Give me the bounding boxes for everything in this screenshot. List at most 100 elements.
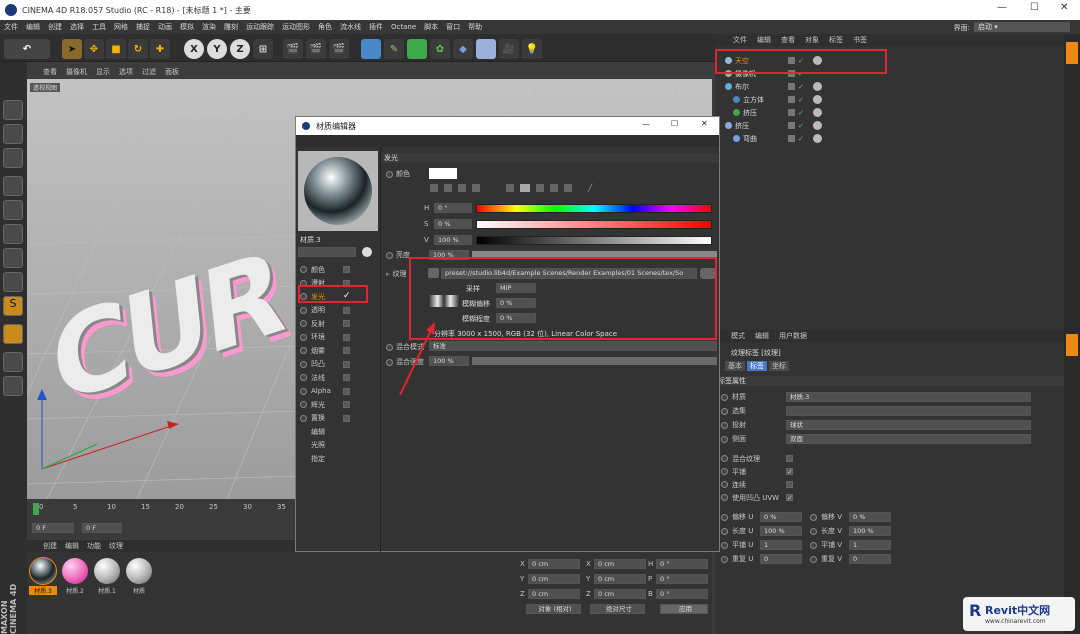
channel-checkbox[interactable] bbox=[343, 374, 350, 382]
menu-item[interactable]: 运动图形 bbox=[282, 22, 310, 32]
object-row[interactable]: 挤压 ✓ bbox=[715, 119, 1067, 132]
hsv-slider[interactable] bbox=[476, 220, 712, 229]
material-menu-item[interactable]: 编辑 bbox=[65, 541, 79, 551]
attr-field[interactable]: 双面 bbox=[786, 434, 1031, 444]
coord-pos-field[interactable]: 0 cm bbox=[528, 574, 580, 584]
object-row[interactable]: 弯曲 ✓ bbox=[715, 132, 1067, 145]
hsv-field[interactable]: 100 % bbox=[434, 235, 472, 245]
tag-icon[interactable] bbox=[812, 134, 822, 143]
attr-menu-item[interactable]: 编辑 bbox=[755, 331, 769, 341]
spectrum-icon[interactable] bbox=[444, 184, 452, 192]
swatches-icon[interactable] bbox=[564, 184, 572, 192]
attributes-side-tab[interactable] bbox=[1066, 334, 1078, 356]
channel-checkbox[interactable] bbox=[343, 306, 350, 314]
tweak-mode-icon[interactable] bbox=[3, 324, 23, 344]
size-mode-select[interactable]: 绝对尺寸 bbox=[590, 604, 645, 614]
channel-item[interactable]: 光照 bbox=[298, 439, 378, 453]
coord-rot-field[interactable]: 0 ° bbox=[656, 574, 708, 584]
axis-mode-icon[interactable]: S bbox=[3, 296, 23, 316]
layout-select[interactable]: 启动 ▾ bbox=[974, 22, 1070, 32]
image-picker-icon[interactable] bbox=[458, 184, 466, 192]
attr-check-radio[interactable] bbox=[721, 455, 728, 462]
kelvin-icon[interactable] bbox=[536, 184, 544, 192]
channel-checkbox[interactable] bbox=[343, 333, 350, 341]
offset-radio[interactable] bbox=[721, 555, 728, 563]
offset-radio-2[interactable] bbox=[810, 555, 817, 563]
menu-item[interactable]: 网格 bbox=[114, 22, 128, 32]
material-menu-item[interactable]: 功能 bbox=[87, 541, 101, 551]
viewport-menu-item[interactable]: 显示 bbox=[96, 67, 110, 77]
channel-radio[interactable] bbox=[300, 360, 307, 368]
render-settings-icon[interactable]: 🎬 bbox=[329, 39, 349, 59]
material-menu-item[interactable]: 纹理 bbox=[109, 541, 123, 551]
blend-mode-select[interactable]: 标准 bbox=[429, 341, 717, 351]
tag-icon[interactable] bbox=[812, 108, 822, 117]
menu-item[interactable]: 窗口 bbox=[446, 22, 460, 32]
object-menu-item[interactable]: 对象 bbox=[805, 35, 819, 45]
objects-side-tab[interactable] bbox=[1066, 42, 1078, 64]
brightness-animate-radio[interactable] bbox=[386, 251, 393, 259]
camera-icon[interactable]: 🎥 bbox=[499, 39, 519, 59]
enabled-check-icon[interactable]: ✓ bbox=[798, 135, 804, 143]
cloner-icon[interactable]: ✿ bbox=[430, 39, 450, 59]
menu-item[interactable]: 角色 bbox=[318, 22, 332, 32]
viewport-menu-item[interactable]: 过滤 bbox=[142, 67, 156, 77]
tag-icon[interactable] bbox=[812, 121, 822, 130]
frame-field[interactable]: 0 F bbox=[32, 523, 74, 533]
material-item[interactable]: 材质 bbox=[125, 558, 153, 595]
attr-field[interactable]: 材质.3 bbox=[786, 392, 1031, 402]
hsv-field[interactable]: 0 % bbox=[434, 219, 472, 229]
offset-radio[interactable] bbox=[721, 541, 728, 549]
channel-checkbox[interactable] bbox=[343, 414, 350, 422]
dialog-maximize-icon[interactable]: ☐ bbox=[671, 119, 678, 128]
tag-icon[interactable] bbox=[812, 95, 822, 104]
render-picture-icon[interactable]: 🎬 bbox=[306, 39, 326, 59]
enabled-check-icon[interactable]: ✓ bbox=[798, 83, 804, 91]
visibility-icon[interactable] bbox=[788, 83, 795, 90]
enabled-check-icon[interactable]: ✓ bbox=[798, 96, 804, 104]
menu-item[interactable]: 雕刻 bbox=[224, 22, 238, 32]
hsv-slider[interactable] bbox=[476, 236, 712, 245]
visibility-icon[interactable] bbox=[788, 96, 795, 103]
maximize-icon[interactable]: ☐ bbox=[1030, 2, 1039, 13]
move-tool-icon[interactable]: ✥ bbox=[84, 39, 104, 59]
channel-item[interactable]: 凹凸 bbox=[298, 358, 378, 372]
menu-item[interactable]: 脚本 bbox=[424, 22, 438, 32]
object-menu-item[interactable]: 书签 bbox=[853, 35, 867, 45]
menu-item[interactable]: 流水线 bbox=[340, 22, 361, 32]
channel-item[interactable]: 置换 bbox=[298, 412, 378, 426]
menu-item[interactable]: 动画 bbox=[158, 22, 172, 32]
menu-item[interactable]: 选择 bbox=[70, 22, 84, 32]
attr-menu-item[interactable]: 用户数据 bbox=[779, 331, 807, 341]
channel-radio[interactable] bbox=[300, 374, 307, 382]
cube-primitive-icon[interactable] bbox=[361, 39, 381, 59]
offset-field-2[interactable]: 1 bbox=[849, 540, 891, 550]
channel-item[interactable]: 颜色 bbox=[298, 263, 378, 277]
visibility-icon[interactable] bbox=[788, 122, 795, 129]
model-mode-icon[interactable] bbox=[3, 176, 23, 196]
channel-radio[interactable] bbox=[300, 347, 307, 355]
minimize-icon[interactable]: — bbox=[997, 2, 1007, 13]
coord-mode-select[interactable]: 对象 (相对) bbox=[526, 604, 581, 614]
points-mode-icon[interactable] bbox=[3, 224, 23, 244]
dialog-close-icon[interactable]: ✕ bbox=[701, 119, 708, 128]
undo-button[interactable]: ↶ bbox=[4, 39, 50, 59]
edges-mode-icon[interactable] bbox=[3, 248, 23, 268]
coord-size-field[interactable]: 0 cm bbox=[594, 559, 646, 569]
frame-field-2[interactable]: 0 F bbox=[82, 523, 122, 533]
offset-field[interactable]: 0 bbox=[760, 554, 802, 564]
object-menu-item[interactable]: 文件 bbox=[733, 35, 747, 45]
mixer-icon[interactable] bbox=[550, 184, 558, 192]
menu-item[interactable]: 创建 bbox=[48, 22, 62, 32]
attr-field[interactable] bbox=[786, 406, 1031, 416]
eyedropper-icon[interactable]: ╱ bbox=[588, 184, 592, 192]
channel-checkbox[interactable] bbox=[343, 347, 350, 355]
visibility-icon[interactable] bbox=[788, 135, 795, 142]
offset-field-2[interactable]: 100 % bbox=[849, 526, 891, 536]
locked-workplane-icon[interactable] bbox=[3, 376, 23, 396]
light-icon[interactable]: 💡 bbox=[522, 39, 542, 59]
color-swatch[interactable] bbox=[429, 168, 457, 179]
material-item[interactable]: 材质.1 bbox=[93, 558, 121, 595]
object-mode-icon[interactable] bbox=[3, 200, 23, 220]
attr-checkbox[interactable] bbox=[786, 455, 793, 462]
